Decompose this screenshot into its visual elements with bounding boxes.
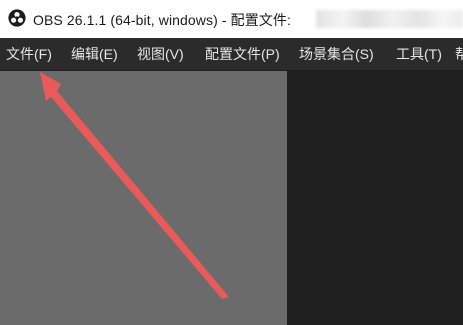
window-title: OBS 26.1.1 (64-bit, windows) - 配置文件: <box>33 12 292 28</box>
obs-main-window: OBS 26.1.1 (64-bit, windows) - 配置文件: 文件(… <box>0 0 463 325</box>
menu-bar: 文件(F) 编辑(E) 视图(V) 配置文件(P) 场景集合(S) 工具(T) … <box>0 38 463 71</box>
redacted-profile-name <box>316 10 463 28</box>
canvas-panel <box>287 71 463 325</box>
menu-tools[interactable]: 工具(T) <box>396 38 442 70</box>
menu-profile[interactable]: 配置文件(P) <box>205 38 280 70</box>
menu-edit[interactable]: 编辑(E) <box>71 38 118 70</box>
menu-view[interactable]: 视图(V) <box>137 38 184 70</box>
preview-panel <box>0 71 287 325</box>
menu-help[interactable]: 帮助(H) <box>455 38 463 70</box>
obs-logo-icon <box>8 9 26 27</box>
menu-file[interactable]: 文件(F) <box>6 38 52 70</box>
menu-scene-collection[interactable]: 场景集合(S) <box>299 38 374 70</box>
title-bar: OBS 26.1.1 (64-bit, windows) - 配置文件: <box>0 0 463 38</box>
